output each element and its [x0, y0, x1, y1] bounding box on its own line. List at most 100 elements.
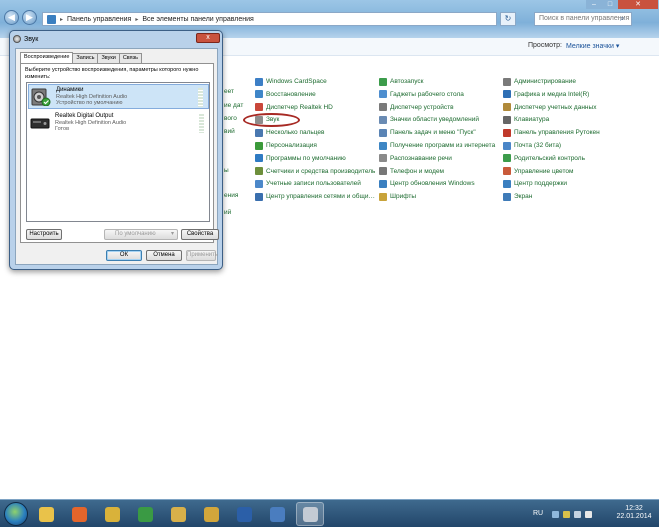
cp-item[interactable]: Диспетчер учетных данных	[503, 102, 643, 113]
tab-recording[interactable]: Запись	[72, 53, 99, 63]
cp-item-icon	[379, 115, 387, 124]
cp-item-clipped[interactable]: ения	[224, 192, 238, 199]
cp-item[interactable]: Центр поддержки	[503, 178, 643, 189]
cp-item[interactable]: Телефон и модем	[379, 166, 499, 177]
device-item-digital-output[interactable]: Realtek Digital Output Realtek High Defi…	[28, 111, 209, 136]
cp-item[interactable]: Панель задач и меню "Пуск"	[379, 127, 499, 138]
cp-item[interactable]: Центр обновления Windows	[379, 178, 499, 189]
breadcrumb-control-panel[interactable]: Панель управления	[67, 16, 131, 23]
cp-item[interactable]: Диспетчер устройств	[379, 102, 499, 113]
device-item-speakers[interactable]: Динамики Realtek High Definition Audio У…	[28, 84, 209, 109]
cp-item[interactable]: Экран	[503, 191, 643, 202]
breadcrumb-all-items[interactable]: Все элементы панели управления	[142, 16, 253, 23]
taskbar-app-button[interactable]	[32, 502, 60, 526]
cp-item[interactable]: Родительский контроль	[503, 153, 643, 164]
ok-button[interactable]: ОК	[106, 250, 142, 261]
cp-item[interactable]: Автозапуск	[379, 76, 499, 87]
search-input[interactable]: Поиск в панели управления	[534, 12, 632, 26]
taskbar-app-button[interactable]	[131, 502, 159, 526]
cp-item[interactable]: Клавиатура	[503, 114, 643, 125]
cp-item[interactable]: Персонализация	[255, 140, 375, 151]
cp-item-label: Получение программ из интернета	[390, 142, 496, 149]
cp-item[interactable]: Администрирование	[503, 76, 643, 87]
cp-item[interactable]: Windows CardSpace	[255, 76, 375, 87]
volume-icon[interactable]	[585, 511, 592, 518]
language-indicator[interactable]: RU	[533, 510, 543, 517]
address-bar[interactable]: ▸ Панель управления ▸ Все элементы панел…	[42, 12, 497, 26]
dialog-close-button[interactable]: x	[196, 33, 220, 43]
taskbar-app-button[interactable]	[65, 502, 93, 526]
show-hidden-icons-icon[interactable]	[552, 511, 559, 518]
cp-item-icon	[379, 192, 387, 201]
maximize-button[interactable]: □	[602, 0, 618, 9]
network-icon[interactable]	[574, 511, 581, 518]
cp-item-clipped[interactable]: вий	[224, 128, 235, 135]
cp-item[interactable]: Получение программ из интернета	[379, 140, 499, 151]
taskbar-app-button[interactable]	[230, 502, 258, 526]
taskbar-app-button[interactable]	[98, 502, 126, 526]
cp-item-clipped[interactable]: вого	[224, 115, 237, 122]
cp-item-clipped[interactable]: ий	[224, 209, 231, 216]
search-icon[interactable]: ⌕	[620, 14, 629, 23]
files-icon	[170, 506, 186, 522]
cp-item-label: Шрифты	[390, 193, 417, 201]
taskbar-app-button[interactable]	[296, 502, 324, 526]
cancel-button[interactable]: Отмена	[146, 250, 182, 261]
flag-icon[interactable]	[563, 511, 570, 518]
tab-sounds[interactable]: Звуки	[97, 53, 120, 63]
cp-item-icon	[379, 167, 387, 176]
cp-item-label: Центр поддержки	[514, 180, 568, 188]
explorer-icon	[38, 506, 54, 522]
cp-item[interactable]: Программы по умолчанию	[255, 153, 375, 164]
cp-item-icon	[255, 167, 263, 176]
taskbar-app-button[interactable]	[263, 502, 291, 526]
cp-item[interactable]: Диспетчер Realtek HD	[255, 102, 375, 113]
cp-item-icon	[379, 154, 387, 163]
cp-item[interactable]: Восстановление	[255, 89, 375, 100]
cp-item[interactable]: Шрифты	[379, 191, 499, 202]
cp-item[interactable]: Счетчики и средства производительн…	[255, 166, 375, 177]
cp-item-label: Родительский контроль	[514, 154, 585, 162]
cp-item[interactable]: Управление цветом	[503, 166, 643, 177]
configure-button[interactable]: Настроить	[26, 229, 62, 240]
apply-button[interactable]: Применить	[186, 250, 218, 261]
cp-item-icon	[255, 179, 263, 188]
cp-item-label: Значки области уведомлений	[390, 116, 480, 124]
cp-item-clipped[interactable]: ие дат	[224, 102, 243, 109]
device-list[interactable]: Динамики Realtek High Definition Audio У…	[26, 82, 210, 222]
cp-item-clipped[interactable]: еет	[224, 88, 234, 95]
cp-item[interactable]: Учетные записи пользователей	[255, 178, 375, 189]
control-panel-icon	[47, 14, 56, 24]
cp-item[interactable]: Графика и медиа Intel(R)	[503, 89, 643, 100]
cp-item-icon	[503, 77, 511, 86]
taskbar-app-button[interactable]	[164, 502, 192, 526]
tab-playback[interactable]: Воспроизведение	[20, 52, 74, 63]
cp-item[interactable]: Несколько пальцев	[255, 127, 375, 138]
view-mode-dropdown[interactable]: Мелкие значки ▾	[566, 42, 619, 50]
cp-item[interactable]: Почта (32 бита)	[503, 140, 643, 151]
close-window-button[interactable]: ✕	[618, 0, 658, 9]
clock[interactable]: 12:32 22.01.2014	[613, 505, 655, 521]
properties-button[interactable]: Свойства	[181, 229, 219, 240]
cp-item[interactable]: Центр управления сетями и общи…	[255, 191, 375, 202]
tab-communications[interactable]: Связь	[118, 53, 143, 63]
forward-button[interactable]: ▶	[22, 10, 37, 25]
cp-item-clipped[interactable]: ы	[224, 167, 229, 174]
cp-item[interactable]: Значки области уведомлений	[379, 114, 499, 125]
cp-item-label: Графика и медиа Intel(R)	[514, 90, 590, 98]
taskbar-app-button[interactable]	[197, 502, 225, 526]
cp-item-icon	[379, 90, 387, 99]
clock-date: 22.01.2014	[616, 513, 652, 520]
cp-item-label: Восстановление	[266, 90, 316, 98]
refresh-icon[interactable]: ↻	[500, 12, 516, 26]
set-default-dropdown[interactable]: По умолчанию ▾	[104, 229, 178, 240]
remote-icon	[269, 506, 285, 522]
cp-item[interactable]: Распознавание речи	[379, 153, 499, 164]
minimize-button[interactable]: –	[586, 0, 602, 9]
back-button[interactable]: ◀	[4, 10, 19, 25]
start-button[interactable]	[4, 502, 28, 526]
device-name: Динамики	[56, 87, 84, 93]
cp-item[interactable]: Панель управления Рутокен	[503, 127, 643, 138]
cp-item[interactable]: Гаджеты рабочего стола	[379, 89, 499, 100]
cp-item-icon	[503, 103, 511, 112]
